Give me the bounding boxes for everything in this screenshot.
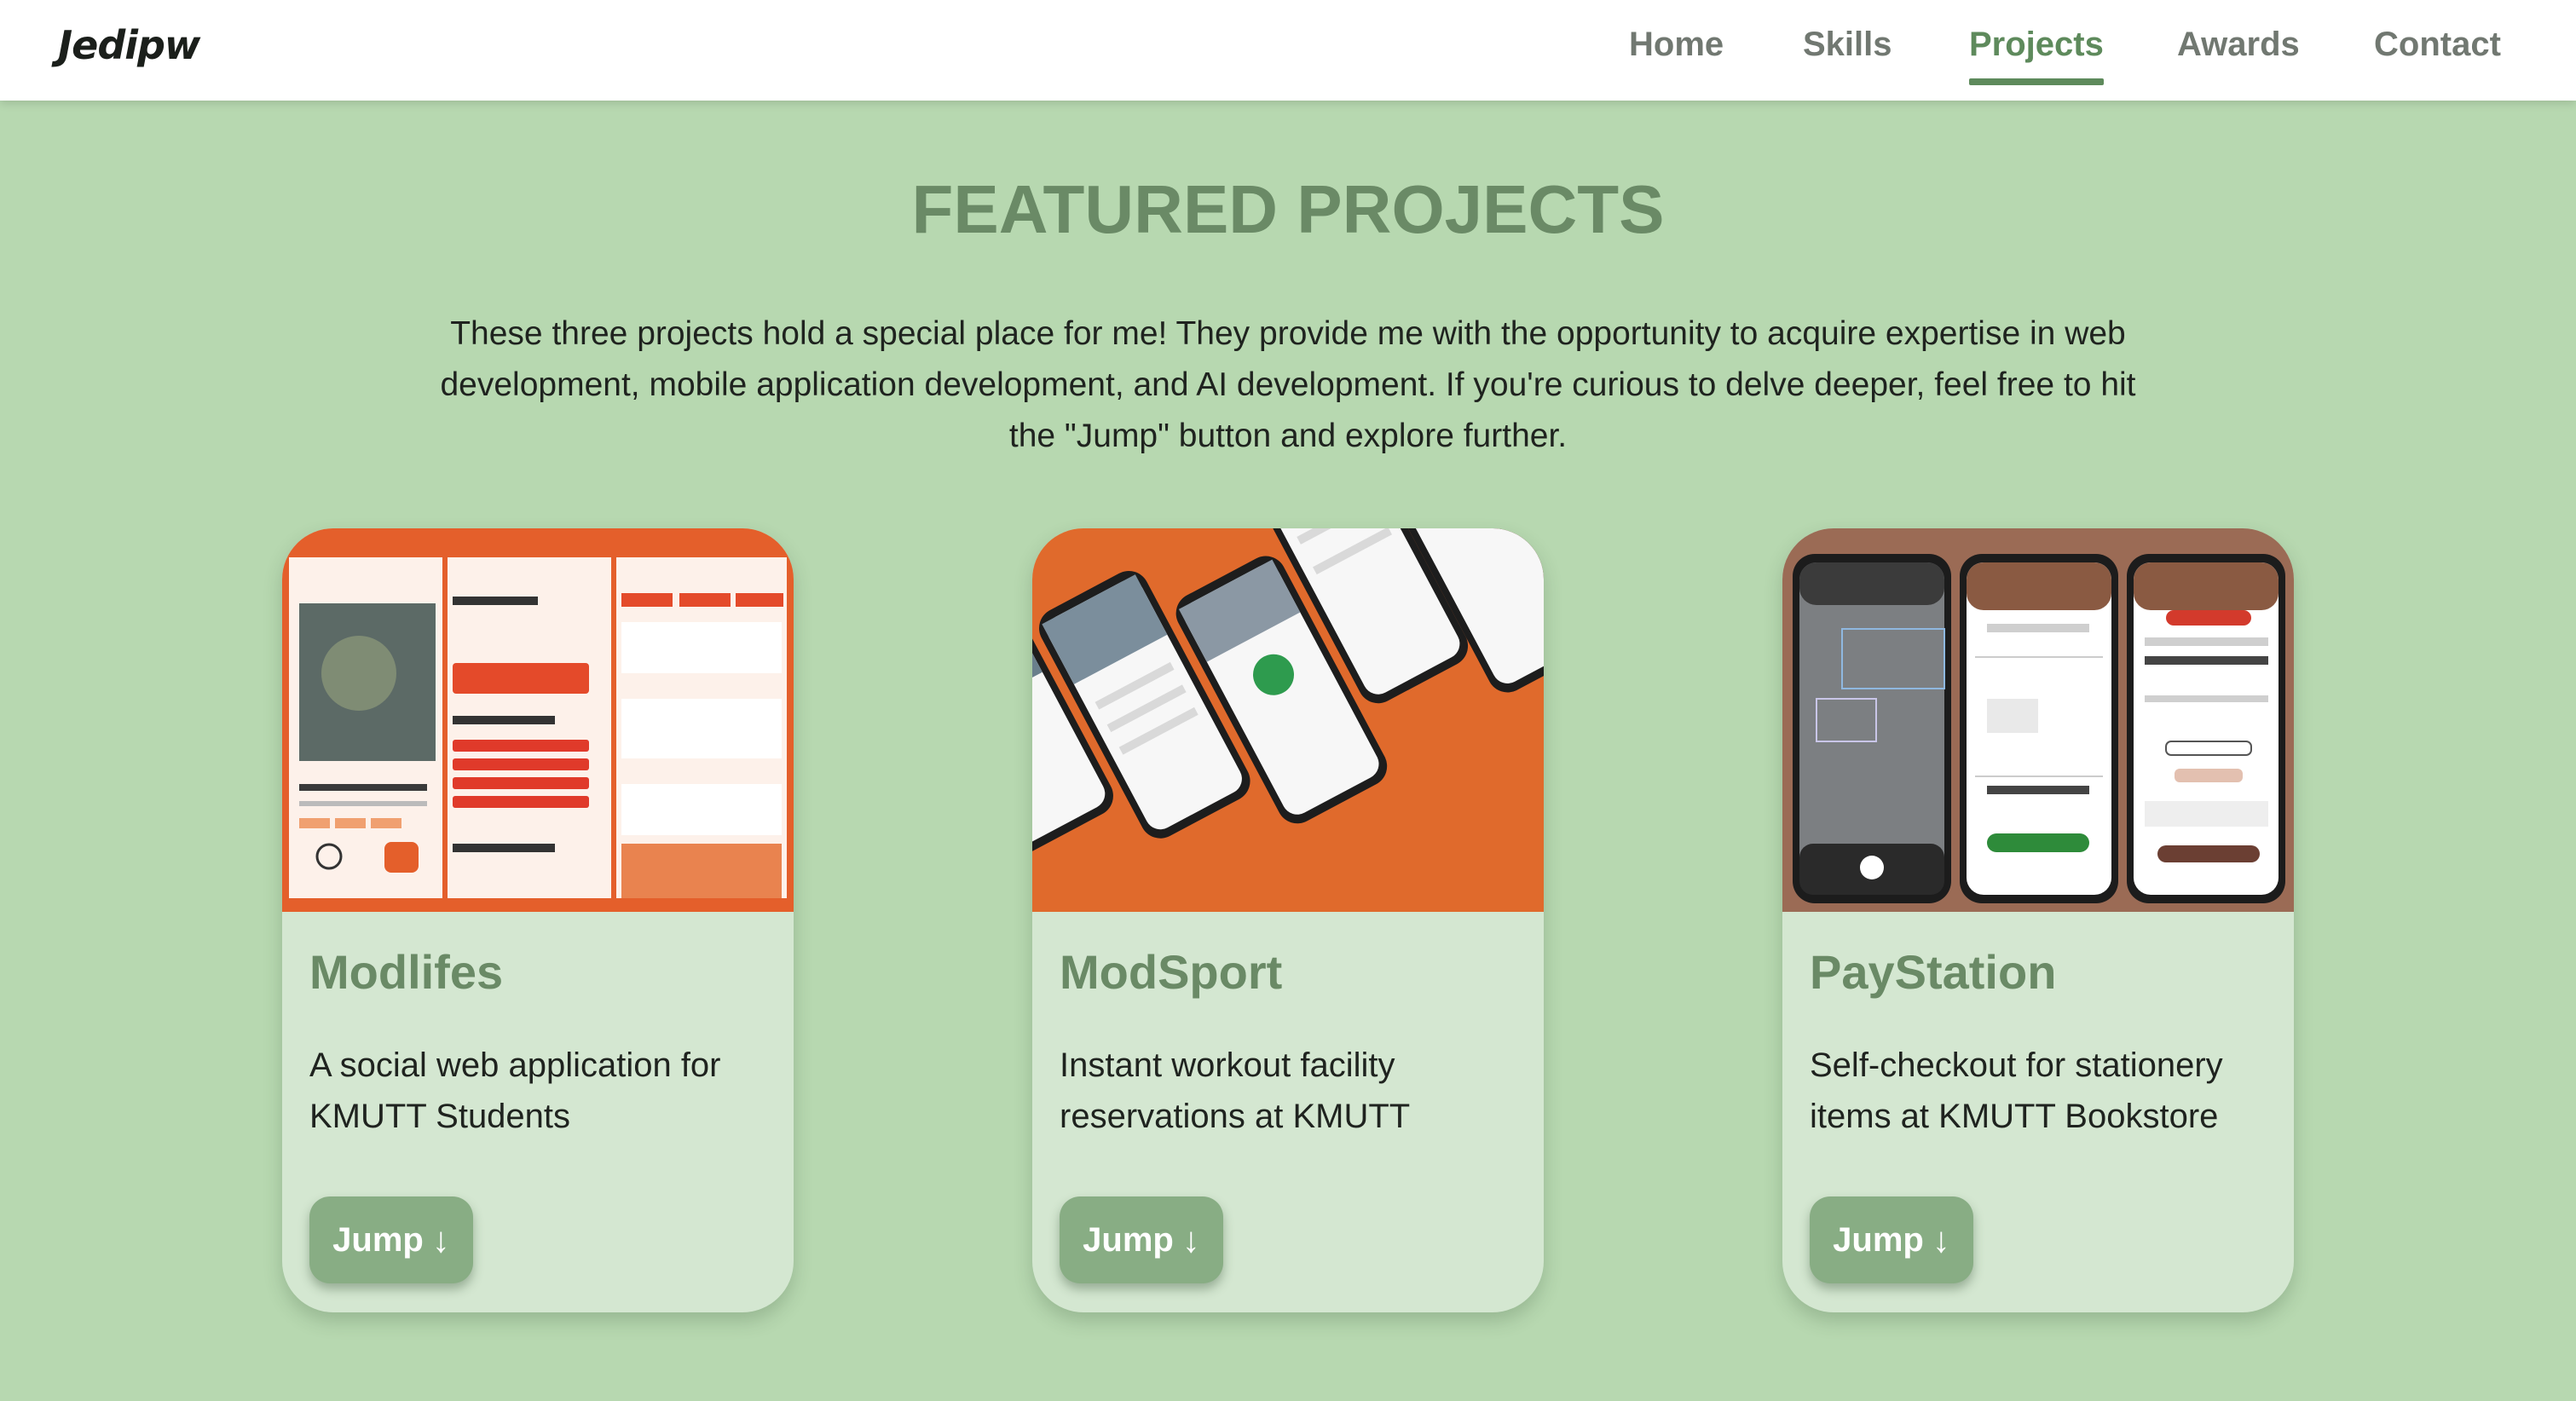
active-nav-indicator (1969, 78, 2104, 85)
project-title: Modlifes (309, 945, 504, 999)
paystation-screenshot-image (1782, 528, 2294, 912)
site-logo[interactable]: Jedipw (58, 22, 200, 68)
nav-projects[interactable]: Projects (1969, 26, 2104, 85)
arrow-down-icon: ↓ (1932, 1219, 1950, 1260)
section-title: FEATURED PROJECTS (911, 171, 1665, 247)
project-title: PayStation (1810, 945, 2057, 999)
project-card-modsport: ModSport Instant workout facility reserv… (1032, 528, 1544, 1312)
project-card-paystation: PayStation Self-checkout for stationery … (1782, 528, 2294, 1312)
modsport-screenshot-image (1032, 528, 1544, 912)
project-title: ModSport (1060, 945, 1283, 999)
project-description: A social web application for KMUTT Stude… (309, 1046, 721, 1135)
jump-button-modlifes[interactable]: Jump ↓ (309, 1196, 473, 1283)
jump-button-paystation[interactable]: Jump ↓ (1810, 1196, 1973, 1283)
jump-button-label: Jump (1833, 1220, 1924, 1259)
nav-awards[interactable]: Awards (2177, 26, 2300, 85)
nav-skills[interactable]: Skills (1803, 26, 1892, 85)
arrow-down-icon: ↓ (1181, 1219, 1200, 1260)
modlifes-screenshot-image (282, 528, 794, 912)
section-intro: These three projects hold a special plac… (440, 315, 2136, 454)
nav-contact[interactable]: Contact (2374, 26, 2501, 85)
jump-button-label: Jump (1083, 1220, 1174, 1259)
project-card-modlifes: Modlifes A social web application for KM… (282, 528, 794, 1312)
project-description: Self-checkout for stationery items at KM… (1810, 1046, 2223, 1135)
project-description: Instant workout facility reservations at… (1060, 1046, 1411, 1135)
jump-button-modsport[interactable]: Jump ↓ (1060, 1196, 1223, 1283)
arrow-down-icon: ↓ (431, 1219, 450, 1260)
nav-home[interactable]: Home (1629, 26, 1724, 85)
nav-projects-label: Projects (1969, 26, 2104, 63)
top-navbar: Jedipw Home Skills Projects Awards Conta… (0, 0, 2576, 101)
jump-button-label: Jump (332, 1220, 424, 1259)
